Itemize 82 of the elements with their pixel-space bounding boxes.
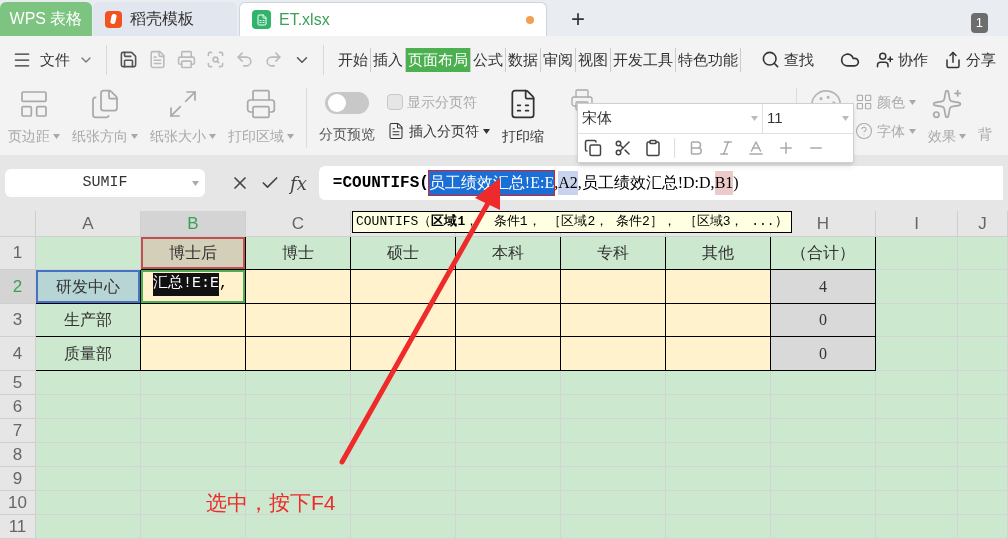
copy-icon[interactable] <box>584 139 602 157</box>
caret-icon <box>842 116 849 121</box>
circle-icon <box>855 122 873 141</box>
ribbon-tab[interactable]: 数据 <box>506 47 541 72</box>
table-cell: 0 <box>771 337 876 371</box>
font-size-dropdown[interactable]: 11 <box>763 104 853 133</box>
caret-icon <box>192 181 199 187</box>
column-header[interactable]: J <box>958 211 1008 237</box>
undo-icon[interactable] <box>235 50 254 70</box>
document-tab[interactable]: ET.xlsx <box>239 2 547 36</box>
select-all-corner[interactable] <box>0 211 36 237</box>
search-button[interactable]: 查找 <box>761 48 814 72</box>
ribbon-tab[interactable]: 开发工具 <box>611 47 676 72</box>
italic-icon[interactable] <box>717 139 735 157</box>
table-cell: 质量部 <box>36 337 141 371</box>
new-tab-button[interactable]: + <box>547 2 609 36</box>
grid-cell <box>958 237 1008 270</box>
pages-icon <box>89 87 121 120</box>
printer-icon <box>245 87 277 120</box>
search-icon <box>761 50 780 70</box>
table-cell: 博士 <box>246 237 351 270</box>
column-header[interactable]: I <box>876 211 958 237</box>
save-icon[interactable] <box>119 50 138 70</box>
table-cell: （合计） <box>771 237 876 270</box>
page-break-icon <box>387 122 405 141</box>
share-button[interactable]: 分享 <box>944 48 996 72</box>
font-color-icon[interactable] <box>747 139 765 157</box>
row-header[interactable]: 11 <box>0 515 36 539</box>
font-dropdown[interactable]: 宋体 <box>578 104 763 133</box>
spreadsheet-logo-icon <box>252 10 271 29</box>
flame-logo-icon <box>105 10 122 28</box>
ribbon-tab[interactable]: 页面布局 <box>406 47 471 72</box>
ribbon-tab[interactable]: 公式 <box>471 47 506 72</box>
file-menu[interactable]: 文件 <box>12 48 94 72</box>
table-cell: 4 <box>771 270 876 304</box>
row-header[interactable]: 1 <box>0 237 36 270</box>
row-header[interactable]: 8 <box>0 443 36 467</box>
sparkle-icon <box>931 87 963 120</box>
ribbon-tab[interactable]: 特色功能 <box>676 47 741 72</box>
row-header[interactable]: 3 <box>0 304 36 337</box>
browser-tab[interactable]: 稻壳模板 <box>93 2 237 36</box>
grow-font-icon[interactable] <box>777 139 795 157</box>
ribbon-button[interactable]: 打印缩 <box>502 87 544 147</box>
table-cell: 生产部 <box>36 304 141 337</box>
redo-icon[interactable] <box>264 50 283 70</box>
table-cell: 研发中心 <box>36 270 141 304</box>
person-plus-icon <box>876 50 894 69</box>
annotation-text: 选中，按下F4 <box>206 492 336 513</box>
column-header[interactable]: C <box>246 211 351 237</box>
row-header[interactable]: 9 <box>0 467 36 491</box>
function-button[interactable]: fx <box>290 169 307 197</box>
paste-icon[interactable] <box>644 139 662 157</box>
preview-icon[interactable] <box>206 50 225 70</box>
share-icon <box>944 50 962 69</box>
table-cell: 其他 <box>666 237 771 270</box>
function-tooltip: COUNTIFS（区域1， 条件1， ［区域2， 条件2］， ［区域3， ...） <box>352 211 792 233</box>
table-cell: 专科 <box>561 237 666 270</box>
table-cell: 0 <box>771 304 876 337</box>
ribbon-label: 背 <box>978 125 992 145</box>
collaborate-button[interactable]: 协作 <box>876 48 928 72</box>
row-header[interactable]: 4 <box>0 337 36 371</box>
ribbon-button[interactable]: 插入分页符 <box>387 120 490 142</box>
row-header[interactable]: 7 <box>0 419 36 443</box>
toggle-switch[interactable]: 分页预览 <box>319 87 375 145</box>
cell-editor[interactable]: 汇总!E:E, <box>141 270 246 304</box>
column-header[interactable]: A <box>36 211 141 237</box>
table-cell: 博士后 <box>141 237 246 270</box>
table-cell: 硕士 <box>351 237 456 270</box>
grid-icon <box>855 93 873 112</box>
row-header[interactable]: 6 <box>0 395 36 419</box>
ribbon-tab[interactable]: 开始 <box>336 47 371 72</box>
caret-icon <box>751 116 758 121</box>
ribbon-tab[interactable]: 视图 <box>576 47 611 72</box>
name-box[interactable]: SUMIF <box>5 169 205 198</box>
printer-icon[interactable] <box>177 50 196 70</box>
table-cell: 本科 <box>456 237 561 270</box>
ribbon-tab[interactable]: 审阅 <box>541 47 576 72</box>
row-header[interactable]: 5 <box>0 371 36 395</box>
document-icon[interactable] <box>148 50 167 70</box>
row-header[interactable]: 10 <box>0 491 36 515</box>
window-count-badge: 1 <box>970 13 988 33</box>
cut-icon[interactable] <box>614 139 632 157</box>
